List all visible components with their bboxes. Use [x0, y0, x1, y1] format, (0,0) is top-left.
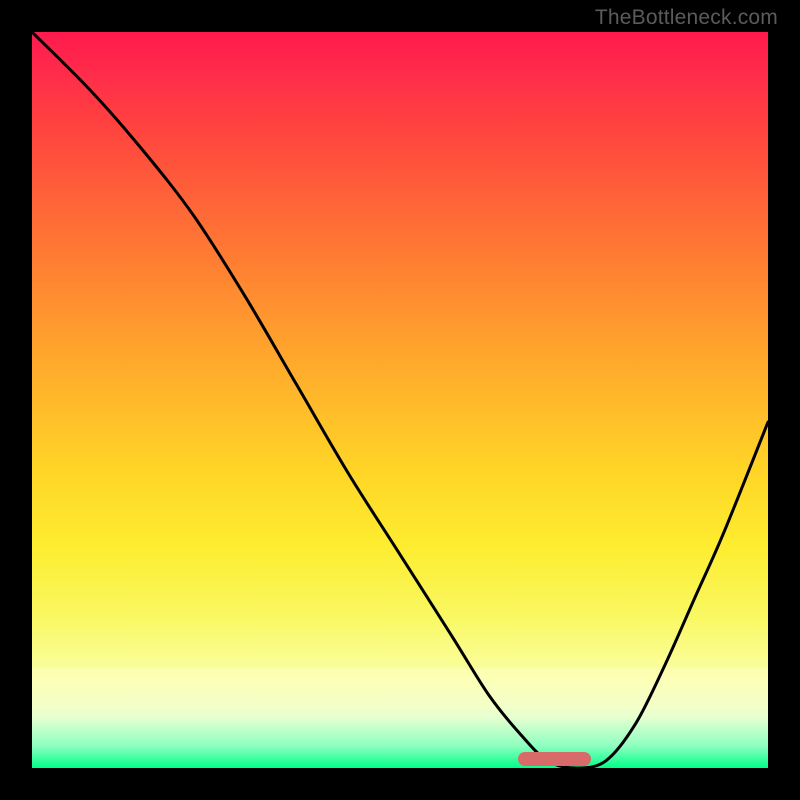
bottleneck-curve — [32, 32, 768, 768]
plot-area — [32, 32, 768, 768]
watermark-text: TheBottleneck.com — [595, 6, 778, 30]
optimal-range-marker — [518, 752, 592, 766]
chart-root: TheBottleneck.com — [0, 0, 800, 800]
